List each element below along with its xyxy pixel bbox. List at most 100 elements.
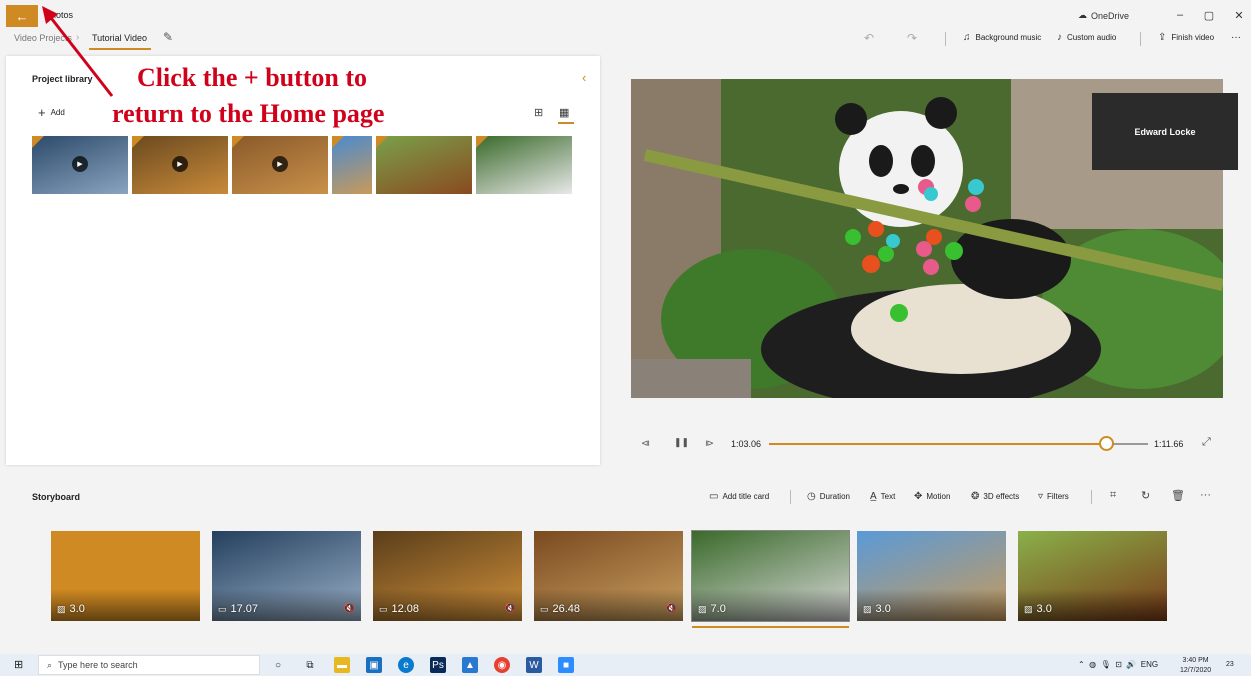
clip-duration-label: ▨ 3.0 xyxy=(1024,603,1052,615)
text-label: Text xyxy=(880,492,896,501)
filters-button[interactable]: ▿ Filters xyxy=(1038,491,1069,502)
store-icon[interactable]: ▣ xyxy=(366,657,382,673)
more-options-button[interactable]: ··· xyxy=(1231,32,1241,43)
collapse-chevron-icon[interactable]: ‹ xyxy=(582,70,586,85)
storyboard-clip[interactable]: ▨ 7.0 xyxy=(691,530,850,622)
added-corner-marker xyxy=(476,136,488,148)
fullscreen-icon[interactable]: ⤢ xyxy=(1202,436,1211,449)
view-selected-underline xyxy=(558,122,574,124)
3d-effects-label: 3D effects xyxy=(983,492,1020,501)
add-title-card-button[interactable]: ▭ Add title card xyxy=(709,491,769,502)
library-thumbnail-horse[interactable] xyxy=(376,136,472,194)
zoom-icon[interactable]: ■ xyxy=(558,657,574,673)
motion-button[interactable]: ✥ Motion xyxy=(914,491,950,502)
toolbar-divider xyxy=(945,32,946,46)
clip-duration-label: ▨ 3.0 xyxy=(863,603,891,615)
library-thumbnail-swans[interactable]: ▶ xyxy=(32,136,128,194)
play-icon: ▶ xyxy=(172,156,188,172)
muted-speaker-icon[interactable]: 🔇 xyxy=(666,603,677,614)
storyboard-divider xyxy=(790,490,791,504)
annotation-line-2: return to the Home page xyxy=(112,99,385,128)
muted-speaker-icon[interactable]: 🔇 xyxy=(344,603,355,614)
onedrive-button[interactable]: ☁ OneDrive xyxy=(1078,10,1129,21)
video-clip-icon: ▭ xyxy=(379,603,388,614)
volume-icon: 🔊 xyxy=(1126,660,1137,669)
added-corner-marker xyxy=(32,136,44,148)
seek-bar-progress xyxy=(769,443,1107,445)
image-clip-icon: ▨ xyxy=(1024,603,1033,614)
total-time: 1:11.66 xyxy=(1154,439,1184,449)
library-thumbnail-tiger[interactable]: ▶ xyxy=(132,136,228,194)
delete-icon[interactable]: 🗑 xyxy=(1171,489,1185,502)
file-explorer-icon[interactable]: ▬ xyxy=(334,657,350,673)
notification-center-icon[interactable]: 23 xyxy=(1226,658,1234,669)
onedrive-label: OneDrive xyxy=(1091,10,1130,21)
video-clip-icon: ▭ xyxy=(540,603,549,614)
clip-duration: 3.0 xyxy=(875,603,891,615)
motion-label: Motion xyxy=(926,492,951,501)
muted-speaker-icon[interactable]: 🔇 xyxy=(505,603,516,614)
storyboard-clip[interactable]: ▨ 3.0 xyxy=(1018,531,1167,621)
library-thumbnail-wolf[interactable]: ▶ xyxy=(232,136,328,194)
text-button[interactable]: A̲ Text xyxy=(870,491,895,502)
3d-effects-icon: ❂ xyxy=(971,491,980,502)
photoshop-icon[interactable]: Ps xyxy=(430,657,446,673)
storyboard-clip[interactable]: ▨ 3.0 xyxy=(857,531,1006,621)
custom-audio-button[interactable]: ♪ Custom audio xyxy=(1057,32,1116,43)
small-grid-view-icon[interactable]: ▦ xyxy=(559,106,569,119)
network-icon: ⊡ xyxy=(1115,660,1122,669)
storyboard-more-button[interactable]: ··· xyxy=(1200,489,1211,501)
tray-chevron-icon: ⌃ xyxy=(1078,660,1085,669)
storyboard-clip[interactable]: ▨ 3.0 xyxy=(51,531,200,621)
crop-resize-icon[interactable]: ⌗ xyxy=(1110,489,1116,502)
storyboard-divider xyxy=(1091,490,1092,504)
added-corner-marker xyxy=(376,136,388,148)
close-button[interactable]: ✕ xyxy=(1229,9,1249,22)
clip-duration: 17.07 xyxy=(230,603,259,615)
music-note-icon: ♫ xyxy=(963,32,971,43)
clip-duration: 26.48 xyxy=(552,603,581,615)
background-music-button[interactable]: ♫ Background music xyxy=(963,32,1041,43)
add-title-card-label: Add title card xyxy=(722,492,770,501)
pause-icon[interactable]: ❚❚ xyxy=(674,437,689,448)
next-frame-icon[interactable]: ⧐ xyxy=(705,438,714,449)
finish-video-button[interactable]: ⇪ Finish video xyxy=(1158,32,1214,43)
word-icon[interactable]: W xyxy=(526,657,542,673)
title-card-icon: ▭ xyxy=(709,491,719,502)
motion-icon: ✥ xyxy=(914,491,923,502)
finish-video-label: Finish video xyxy=(1171,33,1215,42)
taskbar-search-box[interactable]: ⌕ Type here to search xyxy=(38,655,260,675)
grid-view-icon[interactable]: ⊞ xyxy=(534,106,543,119)
title-bar xyxy=(0,0,1251,30)
microphone-icon: 🎙 xyxy=(1100,660,1111,669)
duration-button[interactable]: ◷ Duration xyxy=(807,491,850,502)
windows-start-icon[interactable]: ⊞ xyxy=(14,658,23,671)
maximize-button[interactable]: ▢ xyxy=(1199,9,1219,22)
rotate-icon[interactable]: ↻ xyxy=(1141,489,1150,502)
previous-frame-icon[interactable]: ⧏ xyxy=(641,438,650,449)
photos-app-icon[interactable]: ▲ xyxy=(462,657,478,673)
seek-bar-handle[interactable] xyxy=(1099,436,1115,451)
rename-pencil-icon[interactable]: ✎ xyxy=(163,30,173,44)
system-tray[interactable]: ⌃ ◍ 🎙 ⊡ 🔊 ENG xyxy=(1078,660,1158,669)
taskbar-clock[interactable]: 3:40 PM 12/7/2020 xyxy=(1180,656,1211,676)
library-thumbnail-giraffe[interactable] xyxy=(332,136,372,194)
search-placeholder: Type here to search xyxy=(58,660,138,670)
library-thumbnail-panda[interactable] xyxy=(476,136,572,194)
undo-icon[interactable]: ↶ xyxy=(864,31,874,45)
redo-icon[interactable]: ↷ xyxy=(907,31,917,45)
clip-duration-label: ▭ 26.48 xyxy=(540,603,580,615)
edge-icon[interactable]: e xyxy=(398,657,414,673)
storyboard-clip[interactable]: ▭ 17.07 🔇 xyxy=(212,531,361,621)
clock-icon: ◷ xyxy=(807,491,816,502)
task-view-icon[interactable]: ⧉ xyxy=(302,657,318,673)
storyboard-clip[interactable]: ▭ 12.08 🔇 xyxy=(373,531,522,621)
chrome-icon[interactable]: ◉ xyxy=(494,657,510,673)
cortana-icon[interactable]: ○ xyxy=(270,657,286,673)
storyboard-clip[interactable]: ▭ 26.48 🔇 xyxy=(534,531,683,621)
selected-clip-underline xyxy=(692,626,849,628)
filters-icon: ▿ xyxy=(1038,491,1044,502)
minimize-button[interactable]: – xyxy=(1170,9,1190,21)
3d-effects-button[interactable]: ❂ 3D effects xyxy=(971,491,1019,502)
annotation-line-1: Click the + button to xyxy=(137,63,368,92)
